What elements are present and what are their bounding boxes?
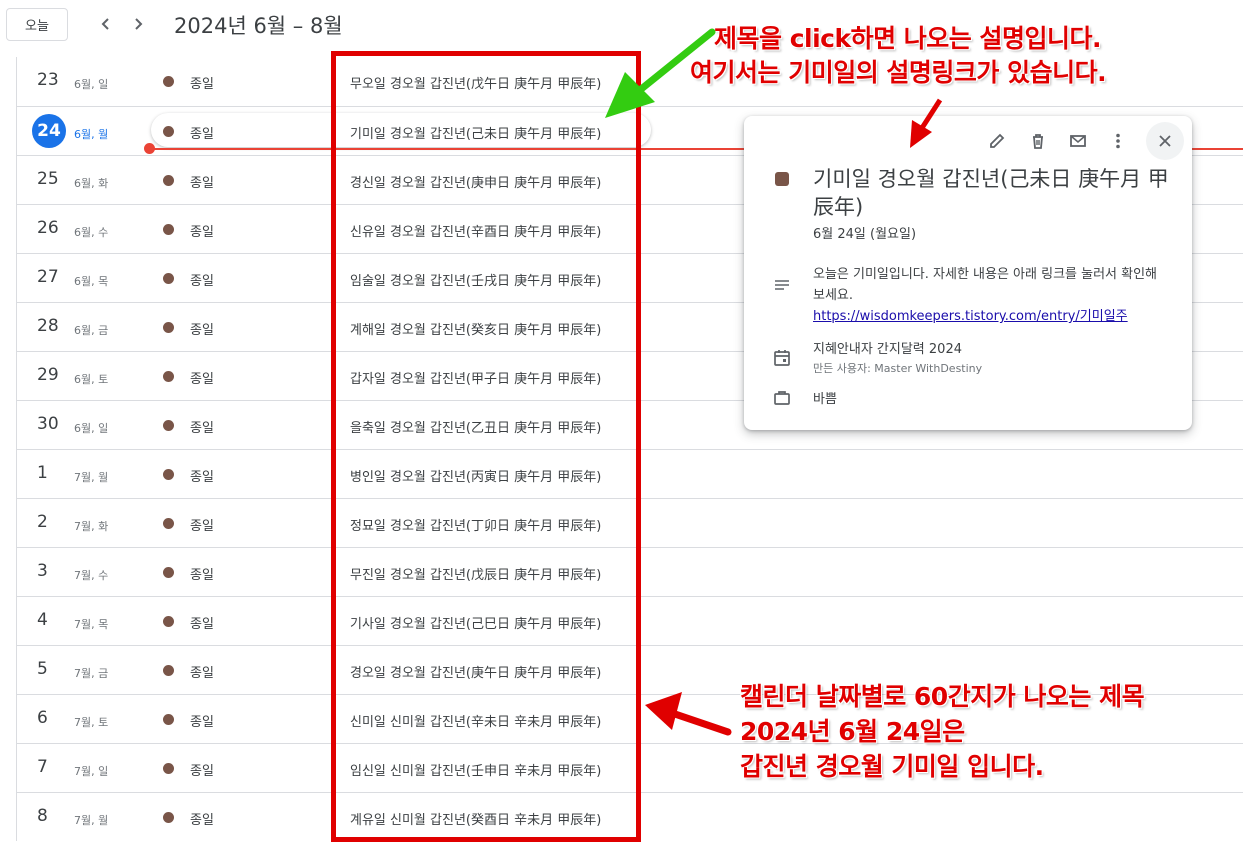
day-month-weekday[interactable]: 7월, 금: [74, 665, 108, 681]
all-day-label[interactable]: 종일: [190, 319, 214, 338]
event-color-dot: [163, 224, 174, 235]
day-month-weekday[interactable]: 6월, 일: [74, 420, 108, 436]
day-number[interactable]: 8: [37, 806, 65, 826]
all-day-label[interactable]: 종일: [190, 809, 214, 828]
all-day-label[interactable]: 종일: [190, 760, 214, 779]
day-month-weekday[interactable]: 7월, 월: [74, 812, 108, 828]
email-icon[interactable]: [1065, 128, 1091, 154]
all-day-label[interactable]: 종일: [190, 564, 214, 583]
day-number[interactable]: 5: [37, 659, 65, 679]
event-color-dot: [163, 420, 174, 431]
description-text: 오늘은 기미일입니다. 자세한 내용은 아래 링크를 눌러서 확인해 보세요.: [813, 267, 1158, 303]
day-month-weekday[interactable]: 6월, 일: [74, 76, 108, 92]
annotation-bottom-line3: 갑진년 경오월 기미일 입니다.: [740, 752, 1044, 781]
day-number[interactable]: 3: [37, 561, 65, 581]
event-detail-popup: 기미일 경오월 갑진년(己未日 庚午月 甲辰年) 6월 24일 (월요일) 오늘…: [744, 116, 1192, 430]
day-number[interactable]: 28: [37, 316, 65, 336]
all-day-label[interactable]: 종일: [190, 123, 214, 142]
all-day-label[interactable]: 종일: [190, 221, 214, 240]
popup-event-date: 6월 24일 (월요일): [813, 227, 917, 242]
day-number[interactable]: 25: [37, 169, 65, 189]
annotation-top-line1: 제목을 click하면 나오는 설명입니다.: [714, 24, 1102, 53]
description-icon: [772, 276, 792, 296]
day-month-weekday[interactable]: 7월, 월: [74, 469, 108, 485]
day-month-weekday[interactable]: 6월, 토: [74, 371, 108, 387]
day-month-weekday[interactable]: 6월, 월: [74, 126, 108, 142]
event-color-dot: [163, 567, 174, 578]
today-button[interactable]: 오늘: [6, 8, 68, 41]
day-month-weekday[interactable]: 7월, 수: [74, 567, 108, 583]
chevron-left-icon[interactable]: [94, 12, 118, 36]
day-month-weekday[interactable]: 6월, 금: [74, 322, 108, 338]
event-color-dot: [163, 714, 174, 725]
day-month-weekday[interactable]: 6월, 목: [74, 273, 108, 289]
event-color-dot: [163, 665, 174, 676]
day-month-weekday[interactable]: 7월, 목: [74, 616, 108, 632]
all-day-label[interactable]: 종일: [190, 368, 214, 387]
all-day-label[interactable]: 종일: [190, 172, 214, 191]
event-color-dot: [163, 273, 174, 284]
popup-event-title: 기미일 경오월 갑진년(己未日 庚午月 甲辰年): [813, 167, 1169, 219]
more-icon[interactable]: [1105, 128, 1131, 154]
chevron-right-icon[interactable]: [126, 12, 150, 36]
day-number[interactable]: 23: [37, 70, 65, 90]
close-icon[interactable]: [1146, 122, 1184, 160]
calendar-icon: [772, 348, 792, 368]
event-color-dot: [163, 812, 174, 823]
all-day-label[interactable]: 종일: [190, 515, 214, 534]
all-day-label[interactable]: 종일: [190, 417, 214, 436]
day-month-weekday[interactable]: 6월, 수: [74, 224, 108, 240]
annotation-top-line2: 여기서는 기미일의 설명링크가 있습니다.: [690, 58, 1107, 87]
popup-busy-status: 바쁨: [813, 392, 837, 407]
all-day-label[interactable]: 종일: [190, 613, 214, 632]
event-color-dot: [163, 126, 174, 137]
edit-icon[interactable]: [984, 128, 1010, 154]
day-number[interactable]: 4: [37, 610, 65, 630]
event-color-dot: [163, 76, 174, 87]
description-link[interactable]: https://wisdomkeepers.tistory.com/entry/…: [813, 309, 1128, 324]
popup-calendar-owner: 만든 사용자: Master WithDestiny: [813, 362, 983, 375]
popup-description: 오늘은 기미일입니다. 자세한 내용은 아래 링크를 눌러서 확인해 보세요. …: [813, 264, 1173, 327]
annotation-highlight-box: [331, 51, 641, 842]
delete-icon[interactable]: [1025, 128, 1051, 154]
day-number[interactable]: 6: [37, 708, 65, 728]
day-number[interactable]: 1: [37, 463, 65, 483]
day-month-weekday[interactable]: 7월, 화: [74, 518, 108, 534]
event-color-dot: [163, 469, 174, 480]
annotation-bottom-line1: 캘린더 날짜별로 60간지가 나오는 제목: [740, 682, 1145, 711]
event-color-dot: [163, 763, 174, 774]
event-color-dot: [163, 616, 174, 627]
day-number[interactable]: 24: [32, 114, 66, 148]
all-day-label[interactable]: 종일: [190, 662, 214, 681]
current-time-dot: [144, 143, 155, 154]
date-range-title: 2024년 6월 – 8월: [174, 14, 343, 38]
event-color-swatch: [775, 172, 789, 186]
day-month-weekday[interactable]: 7월, 토: [74, 714, 108, 730]
popup-calendar-name: 지혜안내자 간지달력 2024: [813, 342, 962, 357]
annotation-bottom-line2: 2024년 6월 24일은: [740, 717, 965, 746]
day-number[interactable]: 27: [37, 267, 65, 287]
day-number[interactable]: 29: [37, 365, 65, 385]
day-number[interactable]: 7: [37, 757, 65, 777]
annotation-bottom-note: 캘린더 날짜별로 60간지가 나오는 제목 2024년 6월 24일은 갑진년 …: [740, 679, 1145, 784]
briefcase-icon: [772, 388, 792, 408]
day-number[interactable]: 2: [37, 512, 65, 532]
event-color-dot: [163, 371, 174, 382]
event-color-dot: [163, 322, 174, 333]
all-day-label[interactable]: 종일: [190, 73, 214, 92]
event-color-dot: [163, 518, 174, 529]
day-number[interactable]: 30: [37, 414, 65, 434]
day-month-weekday[interactable]: 6월, 화: [74, 175, 108, 191]
all-day-label[interactable]: 종일: [190, 711, 214, 730]
annotation-top-note: 제목을 click하면 나오는 설명입니다. 여기서는 기미일의 설명링크가 있…: [690, 22, 1107, 90]
event-color-dot: [163, 175, 174, 186]
day-month-weekday[interactable]: 7월, 일: [74, 763, 108, 779]
all-day-label[interactable]: 종일: [190, 466, 214, 485]
day-number[interactable]: 26: [37, 218, 65, 238]
all-day-label[interactable]: 종일: [190, 270, 214, 289]
